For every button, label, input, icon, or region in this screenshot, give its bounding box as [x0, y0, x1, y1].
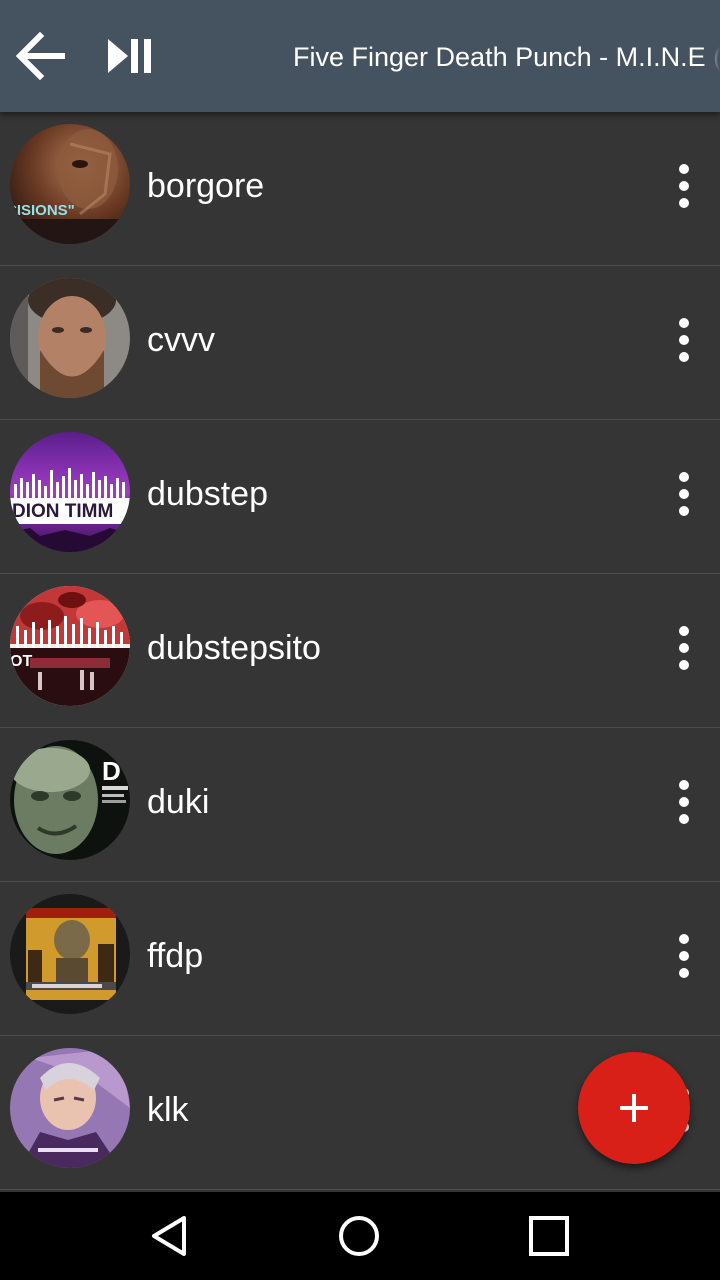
thumb-text: D: [102, 756, 121, 786]
system-nav-bar: [0, 1192, 720, 1280]
playlist-thumbnail: DION TIMM: [10, 432, 130, 552]
back-button[interactable]: [4, 22, 76, 90]
more-vert-icon[interactable]: [660, 465, 708, 523]
nav-home-button[interactable]: [319, 1204, 399, 1268]
playlist-list[interactable]: CISIONS" borgore cvvv DION TIMM dubstep …: [0, 112, 720, 1192]
nav-back-icon: [152, 1216, 186, 1256]
arrow-back-icon: [15, 31, 65, 81]
now-playing-title[interactable]: Five Finger Death Punch - M.I.N.E (: [293, 38, 720, 76]
playlist-row-duki[interactable]: D duki: [0, 728, 720, 882]
playlist-row-borgore[interactable]: CISIONS" borgore: [0, 112, 720, 266]
now-playing-text: Five Finger Death Punch - M.I.N.E (: [293, 42, 720, 72]
more-vert-icon[interactable]: [660, 619, 708, 677]
more-vert-icon[interactable]: [660, 927, 708, 985]
app-screen: Five Finger Death Punch - M.I.N.E (CISI…: [0, 0, 720, 1280]
playlist-label: duki: [147, 783, 210, 821]
playlist-label: klk: [147, 1091, 189, 1129]
nav-recents-icon: [529, 1216, 569, 1256]
playlist-label: cvvv: [147, 321, 215, 359]
play-pause-button[interactable]: [94, 22, 166, 90]
plus-icon: [620, 1094, 648, 1122]
nav-home-icon: [339, 1216, 379, 1256]
toolbar: Five Finger Death Punch - M.I.N.E (: [0, 0, 720, 112]
playlist-label: ffdp: [147, 937, 204, 975]
playlist-row-dubstepsito[interactable]: OT dubstepsito: [0, 574, 720, 728]
playlist-label: dubstep: [147, 475, 268, 513]
add-playlist-button[interactable]: [578, 1052, 690, 1164]
playlist-row-cvvv[interactable]: cvvv: [0, 266, 720, 420]
nav-recents-button[interactable]: [509, 1204, 589, 1268]
playlist-row-dubstep[interactable]: DION TIMM dubstep: [0, 420, 720, 574]
more-vert-icon[interactable]: [660, 311, 708, 369]
playlist-row-ffdp[interactable]: ffdp: [0, 882, 720, 1036]
playlist-thumbnail: CISIONS": [10, 124, 130, 244]
thumb-text: OT: [10, 653, 32, 670]
playlist-thumbnail: [10, 1048, 130, 1168]
playlist-label: dubstepsito: [147, 629, 321, 667]
playlist-thumbnail: OT: [10, 586, 130, 706]
play-pause-icon: [108, 39, 151, 73]
thumb-text: DION TIMM: [12, 501, 113, 522]
more-vert-icon[interactable]: [660, 157, 708, 215]
title-fade: [702, 38, 720, 76]
playlist-thumbnail: [10, 278, 130, 398]
nav-back-button[interactable]: [130, 1204, 210, 1268]
playlist-thumbnail: [10, 894, 130, 1014]
thumb-text: CISIONS": [10, 202, 75, 219]
more-vert-icon[interactable]: [660, 773, 708, 831]
playlist-thumbnail: D: [10, 740, 130, 860]
playlist-label: borgore: [147, 167, 265, 205]
